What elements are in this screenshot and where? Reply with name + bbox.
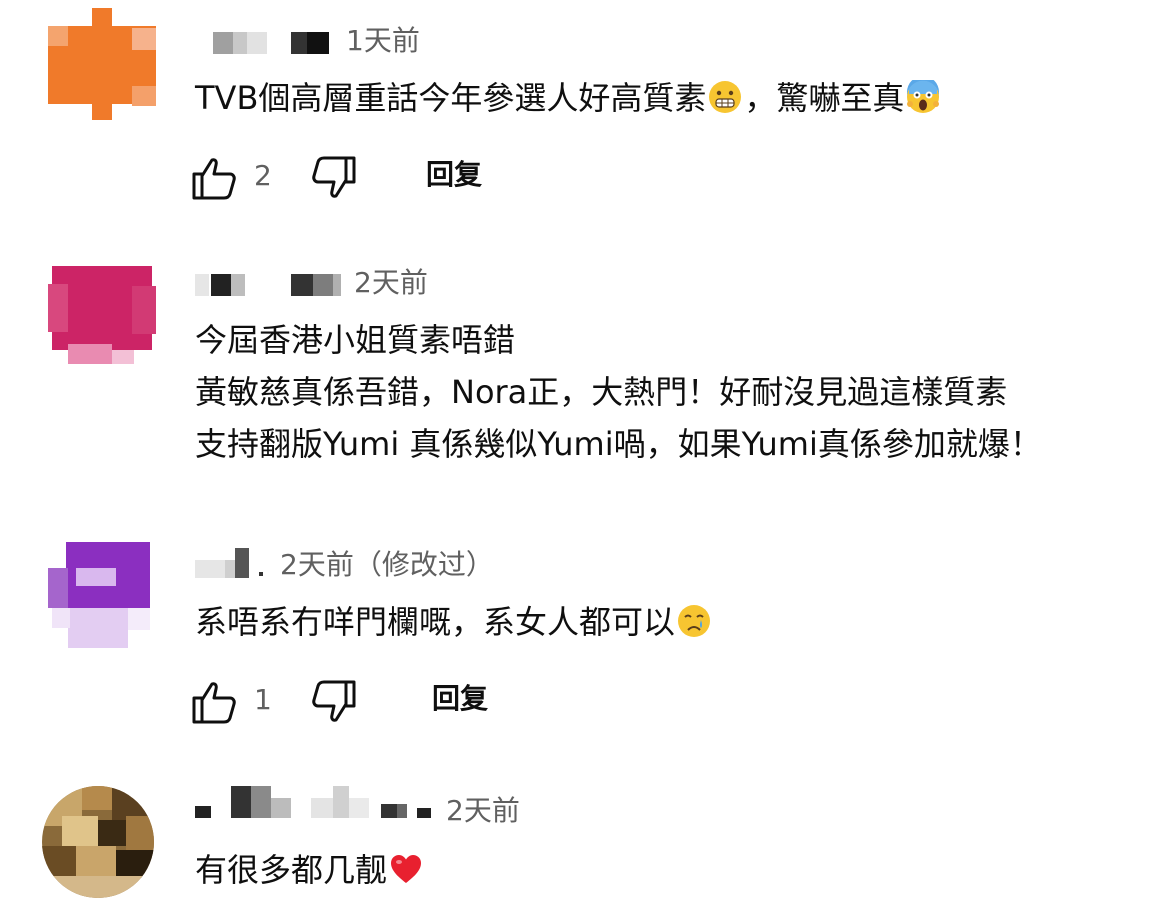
comment-time: 1天前	[346, 24, 420, 57]
comment-text: TVB個高層重話今年參選人好高質素 ，驚嚇至真	[195, 76, 942, 118]
comment-actions: 1 回复	[190, 678, 510, 726]
thumb-down-icon[interactable]	[310, 154, 358, 202]
comment-text: 支持翻版Yumi 真係幾似Yumi喎，如果Yumi真係參加就爆！	[195, 425, 1042, 463]
comment-text-part: ，驚嚇至真	[744, 79, 905, 117]
comment-text: 黃敏慈真係吾錯，Nora正，大熱門！好耐沒見過這樣質素	[195, 373, 1008, 411]
avatar[interactable]	[48, 8, 160, 120]
username-redacted[interactable]	[195, 268, 355, 298]
like-count: 1	[254, 683, 272, 716]
like-count: 2	[254, 159, 272, 192]
username-redacted[interactable]	[195, 786, 455, 818]
red-heart-emoji	[389, 852, 423, 886]
comment-actions: 2 回复	[190, 154, 510, 202]
comments-list: 1天前 TVB個高層重話今年參選人好高質素 ，驚嚇至真 2 回复 2天前 今屆香…	[0, 0, 1170, 916]
reply-button[interactable]: 回复	[426, 156, 482, 194]
screaming-face-emoji	[906, 76, 940, 114]
username-redacted[interactable]	[195, 26, 345, 56]
comment-text: 有很多都几靓	[195, 850, 425, 890]
avatar[interactable]	[42, 786, 154, 898]
grimacing-face-emoji	[708, 80, 742, 114]
comment-time: 2天前	[446, 794, 520, 827]
comment-text: 今屆香港小姐質素唔錯	[195, 321, 516, 359]
thumb-down-icon[interactable]	[310, 678, 358, 726]
reply-button[interactable]: 回复	[432, 680, 488, 718]
comment-time: 2天前（修改过）	[280, 548, 494, 581]
thumb-up-icon[interactable]	[190, 678, 238, 726]
avatar[interactable]	[40, 538, 152, 650]
thumb-up-icon[interactable]	[190, 154, 238, 202]
comment-text: 系唔系冇咩門欄嘅，系女人都可以	[195, 602, 713, 642]
crying-face-emoji	[677, 604, 711, 638]
comment-text-part: 有很多都几靓	[195, 851, 388, 889]
comment-text-part: TVB個高層重話今年參選人好高質素	[195, 79, 707, 117]
username-redacted[interactable]	[195, 548, 275, 578]
comment-text-part: 系唔系冇咩門欄嘅，系女人都可以	[195, 603, 676, 641]
comment-time: 2天前	[354, 266, 428, 299]
avatar[interactable]	[48, 266, 160, 378]
